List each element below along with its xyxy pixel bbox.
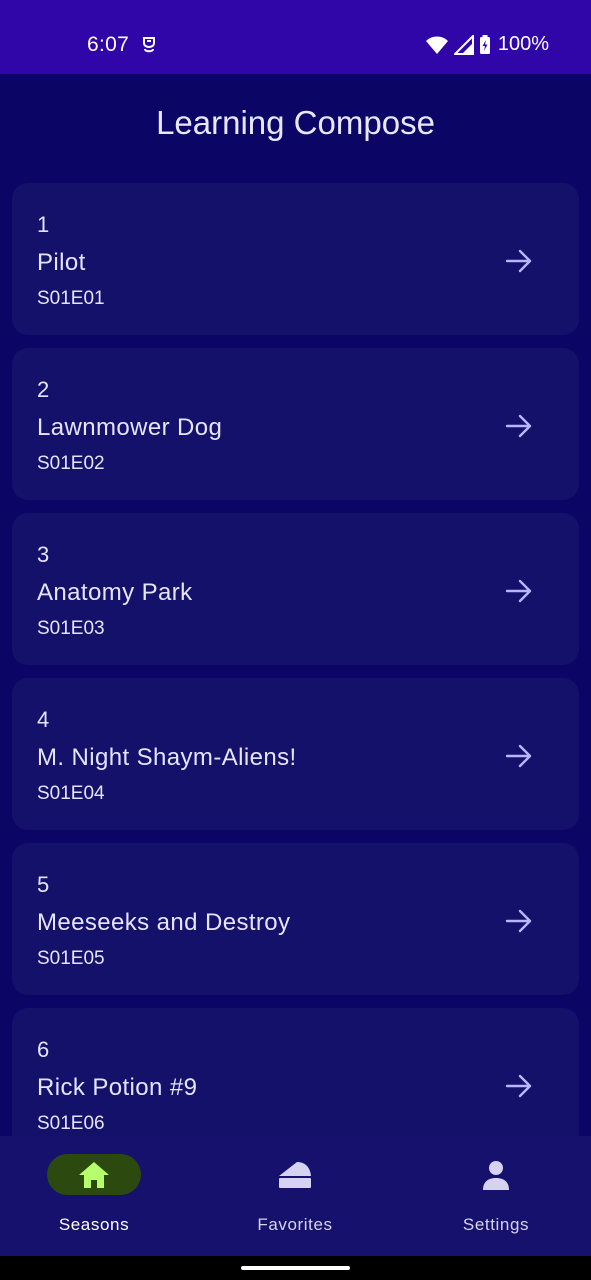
status-time: 6:07 — [87, 33, 130, 56]
episode-number: 1 — [37, 212, 50, 237]
episode-card[interactable]: 2 Lawnmower Dog S01E02 — [12, 348, 579, 500]
episode-title: Rick Potion #9 — [37, 1074, 198, 1101]
person-icon — [483, 1160, 509, 1190]
episode-code: S01E01 — [37, 288, 105, 309]
episode-title: Lawnmower Dog — [37, 414, 223, 441]
episode-list[interactable]: 1 Pilot S01E01 2 Lawnmower Dog S01E02 3 … — [12, 183, 579, 1173]
arrow-forward-icon[interactable] — [505, 742, 533, 770]
nav-indicator — [248, 1154, 342, 1195]
arrow-forward-icon[interactable] — [505, 412, 533, 440]
episode-card[interactable]: 5 Meeseeks and Destroy S01E05 — [12, 843, 579, 995]
episode-card[interactable]: 4 M. Night Shaym-Aliens! S01E04 — [12, 678, 579, 830]
bottom-navigation: Seasons Favorites Settings — [0, 1136, 591, 1256]
status-indicators: 100% — [425, 33, 549, 56]
gesture-bar — [0, 1256, 591, 1280]
signal-icon — [453, 34, 474, 55]
episode-code: S01E02 — [37, 453, 105, 474]
episode-code: S01E04 — [37, 783, 105, 804]
nav-item-settings[interactable]: Settings — [416, 1154, 576, 1244]
nav-item-seasons[interactable]: Seasons — [14, 1154, 174, 1244]
episode-code: S01E06 — [37, 1113, 105, 1134]
arrow-forward-icon[interactable] — [505, 1072, 533, 1100]
episode-title: Meeseeks and Destroy — [37, 909, 291, 936]
arrow-forward-icon[interactable] — [505, 577, 533, 605]
favorites-icon — [279, 1161, 311, 1188]
home-icon — [79, 1161, 109, 1188]
episode-number: 4 — [37, 707, 50, 732]
episode-code: S01E05 — [37, 948, 105, 969]
episode-card[interactable]: 1 Pilot S01E01 — [12, 183, 579, 335]
episode-number: 2 — [37, 377, 50, 402]
episode-title: M. Night Shaym-Aliens! — [37, 744, 297, 771]
nav-label-seasons: Seasons — [58, 1215, 130, 1234]
episode-number: 3 — [37, 542, 50, 567]
nav-indicator — [449, 1154, 543, 1195]
arrow-forward-icon[interactable] — [505, 247, 533, 275]
nav-label-settings: Settings — [462, 1215, 530, 1234]
battery-icon — [479, 34, 491, 55]
notification-icon — [140, 35, 158, 55]
wifi-icon — [425, 35, 449, 55]
page-title: Learning Compose — [156, 104, 435, 141]
arrow-forward-icon[interactable] — [505, 907, 533, 935]
episode-title: Anatomy Park — [37, 579, 193, 606]
episode-title: Pilot — [37, 249, 86, 276]
nav-label-favorites: Favorites — [257, 1215, 333, 1234]
episode-code: S01E03 — [37, 618, 105, 639]
status-bar: 6:07 100% — [0, 0, 591, 74]
episode-number: 6 — [37, 1037, 50, 1062]
nav-active-indicator — [47, 1154, 141, 1195]
nav-item-favorites[interactable]: Favorites — [215, 1154, 375, 1244]
gesture-handle[interactable] — [241, 1266, 350, 1270]
episode-card[interactable]: 3 Anatomy Park S01E03 — [12, 513, 579, 665]
episode-number: 5 — [37, 872, 50, 897]
battery-percent: 100% — [497, 33, 549, 55]
